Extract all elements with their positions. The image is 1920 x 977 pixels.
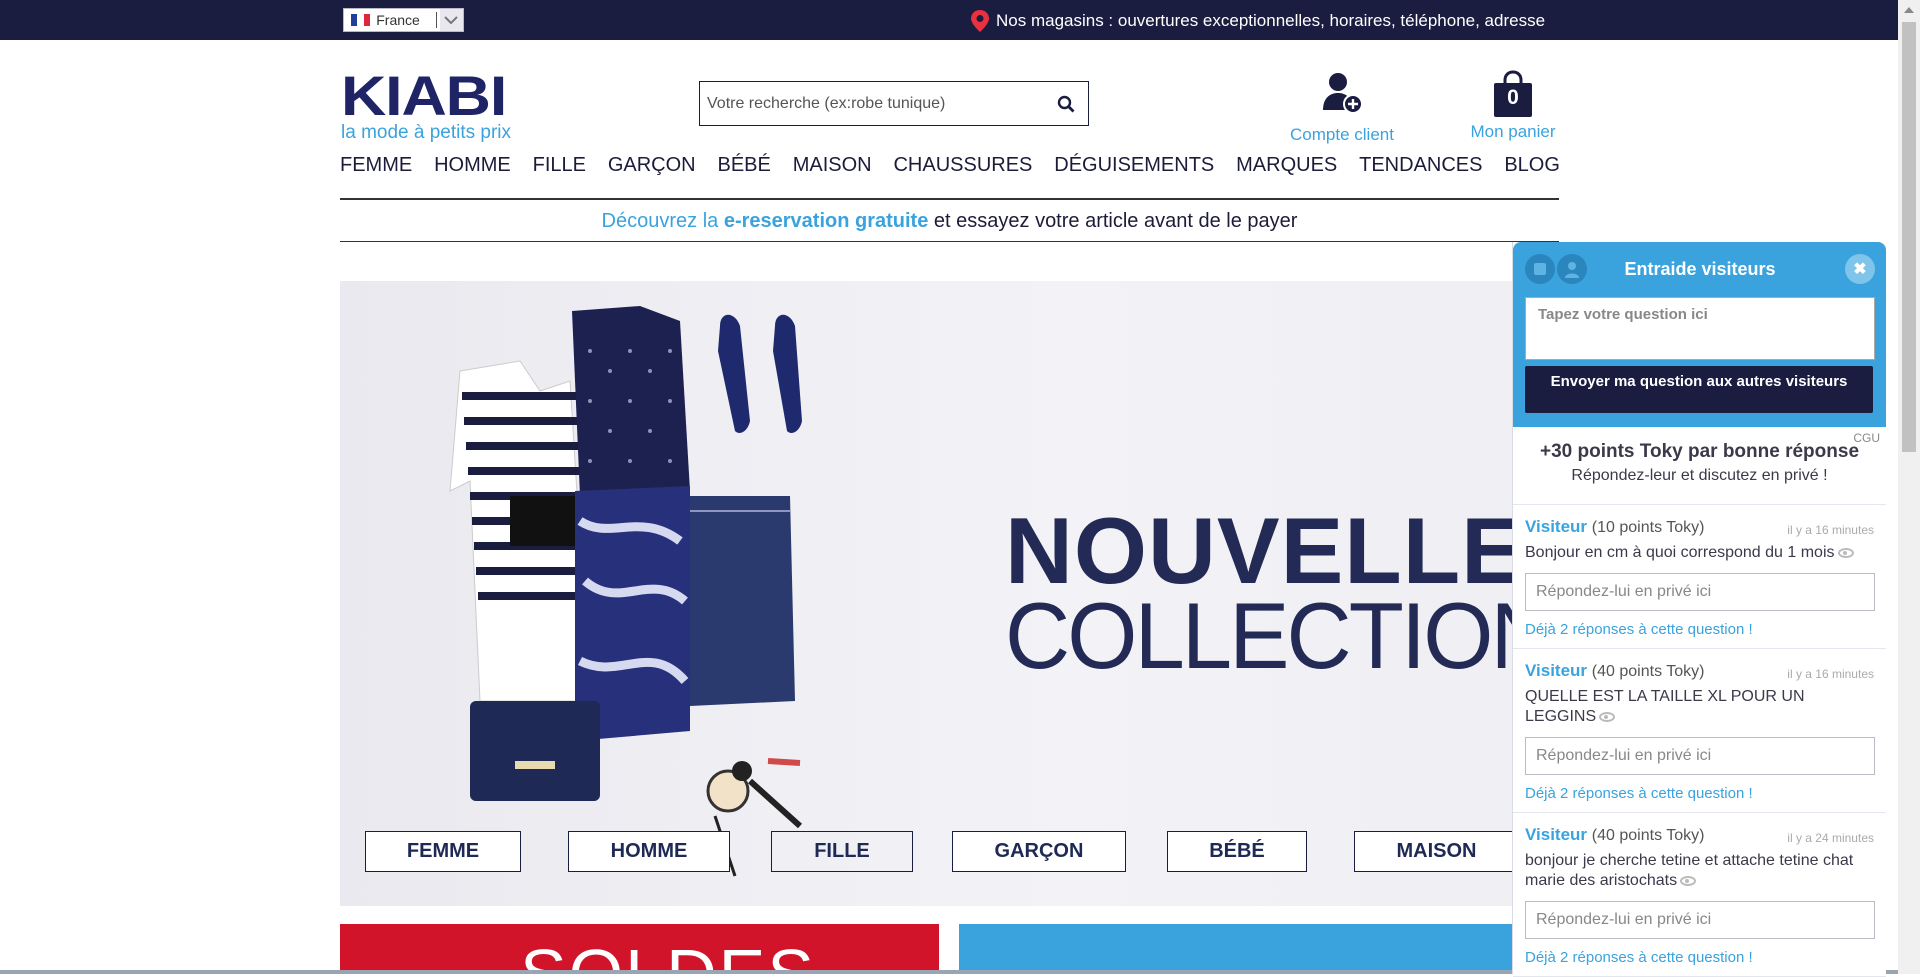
promo-suffix: et essayez votre article avant de le pay… — [928, 210, 1298, 232]
message-user[interactable]: Visiteur — [1525, 517, 1587, 536]
points-subtext: Répondez-leur et discutez en privé ! — [1571, 467, 1828, 484]
hero-category-femme[interactable]: FEMME — [365, 831, 521, 872]
nav-item-homme[interactable]: HOMME — [434, 154, 511, 177]
promo-prefix: Découvrez la — [601, 210, 724, 232]
search-input[interactable] — [700, 82, 1044, 125]
nav-item-garcon[interactable]: GARÇON — [608, 154, 696, 177]
clothing-collage-image — [449, 306, 803, 877]
send-question-button[interactable]: Envoyer ma question aux autres visiteurs — [1525, 366, 1873, 413]
account-label: Compte client — [1290, 125, 1394, 144]
page-scrollbar[interactable] — [1898, 0, 1920, 974]
cgu-link[interactable]: CGU — [1853, 431, 1880, 445]
reply-input[interactable]: Répondez-lui en privé ici — [1525, 737, 1875, 775]
chat-title: Entraide visiteurs — [1624, 259, 1776, 279]
answers-link[interactable]: Déjà 2 réponses à cette question ! — [1525, 621, 1876, 638]
message-text: QUELLE EST LA TAILLE XL POUR UN LEGGINS — [1525, 688, 1805, 725]
kiabi-logo[interactable]: KIABI la mode à petits prix — [341, 68, 511, 144]
hero-category-homme[interactable]: HOMME — [568, 831, 730, 872]
message-user[interactable]: Visiteur — [1525, 825, 1587, 844]
scroll-up-arrow-icon[interactable] — [1898, 0, 1920, 20]
chat-header: Entraide visiteurs ✖ Tapez votre questio… — [1513, 242, 1886, 427]
message-points: (10 points Toky) — [1591, 519, 1705, 536]
points-text: +30 points Toky par bonne réponse — [1539, 441, 1860, 462]
stores-link[interactable]: Nos magasins : ouvertures exceptionnelle… — [970, 9, 1545, 33]
nav-item-marques[interactable]: MARQUES — [1236, 154, 1337, 177]
language-select[interactable]: France — [343, 8, 464, 32]
nav-item-chaussures[interactable]: CHAUSSURES — [893, 154, 1032, 177]
map-pin-icon — [971, 10, 989, 32]
eye-icon — [1680, 875, 1697, 886]
reply-input[interactable]: Répondez-lui en privé ici — [1525, 573, 1875, 611]
question-input[interactable]: Tapez votre question ici — [1525, 297, 1875, 360]
top-bar: France Nos magasins : ouvertures excepti… — [0, 0, 1898, 40]
message-points: (40 points Toky) — [1591, 827, 1705, 844]
cart-label: Mon panier — [1470, 122, 1556, 141]
search-icon — [1057, 95, 1075, 112]
nav-item-bebe[interactable]: BÉBÉ — [717, 154, 770, 177]
answers-link[interactable]: Déjà 2 réponses à cette question ! — [1525, 949, 1876, 966]
main-nav: FEMME HOMME FILLE GARÇON BÉBÉ MAISON CHA… — [340, 154, 1560, 177]
reply-input[interactable]: Répondez-lui en privé ici — [1525, 901, 1875, 939]
cart-count: 0 — [1507, 86, 1519, 109]
list-item: Visiteur (40 points Toky) il y a 24 minu… — [1513, 813, 1886, 977]
hero-category-garcon[interactable]: GARÇON — [952, 831, 1126, 872]
divider — [340, 241, 1559, 242]
shopping-bag-icon: 0 — [1491, 70, 1535, 118]
message-time: il y a 16 minutes — [1787, 523, 1874, 537]
points-info: +30 points Toky par bonne réponse Répond… — [1513, 427, 1886, 505]
hero-title: NOUVELLE COLLECTION — [1005, 504, 1559, 688]
close-icon[interactable]: ✖ — [1845, 254, 1875, 284]
hero-category-bebe[interactable]: BÉBÉ — [1167, 831, 1307, 872]
search-box — [699, 81, 1089, 126]
visitor-help-widget: Entraide visiteurs ✖ Tapez votre questio… — [1512, 242, 1886, 977]
chevron-down-icon[interactable] — [439, 9, 463, 31]
divider — [435, 12, 437, 28]
france-flag-icon — [351, 14, 371, 26]
eye-icon — [1837, 547, 1854, 558]
hero-title-line2: COLLECTION — [1005, 583, 1556, 688]
account-link[interactable]: Compte client — [1262, 70, 1422, 145]
message-text: Bonjour en cm à quoi correspond du 1 moi… — [1525, 544, 1835, 561]
stores-text: Nos magasins : ouvertures exceptionnelle… — [996, 11, 1546, 30]
hero-category-maison[interactable]: MAISON — [1354, 831, 1519, 872]
nav-item-femme[interactable]: FEMME — [340, 154, 412, 177]
scrollbar-thumb[interactable] — [1902, 22, 1916, 452]
message-time: il y a 24 minutes — [1787, 831, 1874, 845]
cart-link[interactable]: 0 Mon panier — [1458, 70, 1568, 142]
soldes-tile[interactable]: SOLDES — [340, 924, 939, 974]
nav-item-fille[interactable]: FILLE — [533, 154, 586, 177]
list-item: Visiteur (10 points Toky) il y a 16 minu… — [1513, 505, 1886, 649]
search-button[interactable] — [1044, 82, 1088, 125]
nav-item-deguisements[interactable]: DÉGUISEMENTS — [1054, 154, 1214, 177]
divider — [340, 198, 1559, 200]
answers-link[interactable]: Déjà 2 réponses à cette question ! — [1525, 785, 1876, 802]
list-item: Visiteur (40 points Toky) il y a 16 minu… — [1513, 649, 1886, 813]
nav-item-blog[interactable]: BLOG — [1504, 154, 1560, 177]
user-add-icon — [1323, 73, 1363, 114]
hero-banner[interactable]: NOUVELLE COLLECTION FEMME HOMME FILLE GA… — [340, 281, 1559, 906]
language-label: France — [376, 12, 420, 28]
hero-category-fille[interactable]: FILLE — [771, 831, 913, 872]
eye-icon — [1599, 711, 1616, 722]
logo-word: KIABI — [341, 64, 507, 127]
message-points: (40 points Toky) — [1591, 663, 1705, 680]
message-time: il y a 16 minutes — [1787, 667, 1874, 681]
soldes-text: SOLDES — [520, 935, 816, 974]
e-reservation-banner[interactable]: Découvrez la e-reservation gratuite et e… — [340, 210, 1559, 233]
nav-item-tendances[interactable]: TENDANCES — [1359, 154, 1482, 177]
promo-tile[interactable] — [959, 924, 1519, 974]
promo-highlight: e-reservation gratuite — [723, 210, 929, 232]
nav-item-maison[interactable]: MAISON — [793, 154, 872, 177]
message-user[interactable]: Visiteur — [1525, 661, 1587, 680]
